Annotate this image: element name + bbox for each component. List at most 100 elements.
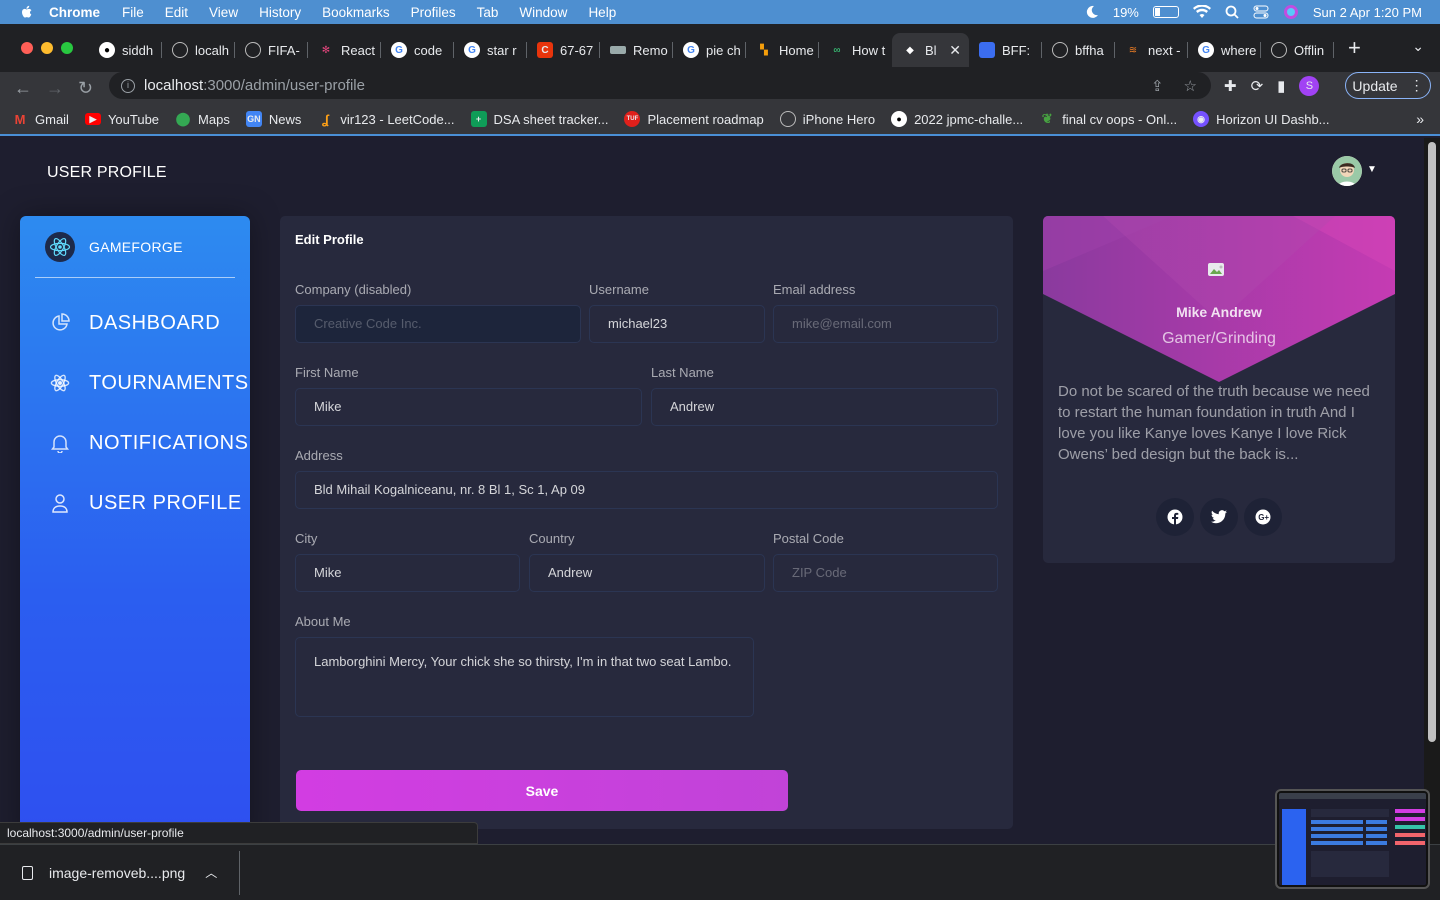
menu-bookmarks[interactable]: Bookmarks bbox=[322, 5, 390, 20]
wifi-icon[interactable] bbox=[1192, 5, 1211, 19]
extension-icon[interactable]: ⟳ bbox=[1251, 77, 1264, 95]
extensions-puzzle-icon[interactable]: ✚ bbox=[1224, 77, 1237, 95]
link-status-bubble: localhost:3000/admin/user-profile bbox=[0, 822, 478, 844]
more-bookmarks-icon[interactable]: » bbox=[1416, 111, 1424, 127]
menu-help[interactable]: Help bbox=[588, 5, 616, 20]
more-menu-icon[interactable]: ⋮ bbox=[1410, 77, 1424, 94]
username-field[interactable]: michael23 bbox=[589, 305, 765, 343]
tab-active[interactable]: ◆ Bl ✕ bbox=[892, 33, 969, 67]
bookmark-youtube[interactable]: ▶ YouTube bbox=[84, 112, 159, 127]
sidebar-item-notifications[interactable]: NOTIFICATIONS bbox=[20, 413, 250, 473]
address-bar[interactable]: i localhost:3000/admin/user-profile ⇪ ☆ bbox=[109, 72, 1211, 99]
download-item[interactable]: image-removeb....png ︿ bbox=[22, 864, 217, 881]
city-field[interactable]: Mike bbox=[295, 554, 520, 592]
tab-remove-bg[interactable]: Remo bbox=[600, 33, 673, 67]
tab-offline[interactable]: Offlin bbox=[1261, 33, 1334, 67]
last-name-field[interactable]: Andrew bbox=[651, 388, 998, 426]
tab-siddh[interactable]: ● siddh bbox=[89, 33, 162, 67]
bookmark-label: Placement roadmap bbox=[647, 111, 764, 127]
bookmark-jpmc[interactable]: ● 2022 jpmc-challe... bbox=[891, 111, 1023, 127]
bookmark-final-cv[interactable]: ❦ final cv oops - Onl... bbox=[1039, 111, 1177, 127]
menu-tab[interactable]: Tab bbox=[477, 5, 499, 20]
bookmark-dsa-sheet[interactable]: + DSA sheet tracker... bbox=[470, 111, 608, 127]
menu-history[interactable]: History bbox=[259, 5, 301, 20]
tab-how-to[interactable]: ∞ How t bbox=[819, 33, 892, 67]
battery-icon[interactable] bbox=[1152, 6, 1179, 18]
github-icon: ● bbox=[99, 42, 115, 58]
minimize-window-button[interactable] bbox=[41, 42, 53, 54]
scrollbar-thumb[interactable] bbox=[1428, 142, 1436, 742]
close-tab-icon[interactable]: ✕ bbox=[949, 42, 961, 59]
reload-icon[interactable]: ↻ bbox=[78, 78, 96, 99]
menu-profiles[interactable]: Profiles bbox=[411, 5, 456, 20]
bookmark-news[interactable]: GN News bbox=[245, 111, 301, 127]
new-tab-button[interactable]: + bbox=[1348, 35, 1361, 61]
clock[interactable]: Sun 2 Apr 1:20 PM bbox=[1313, 5, 1422, 20]
tab-pie-chart[interactable]: Gpie ch bbox=[673, 33, 746, 67]
menu-edit[interactable]: Edit bbox=[165, 5, 188, 20]
menu-view[interactable]: View bbox=[209, 5, 238, 20]
share-icon[interactable]: ⇪ bbox=[1151, 77, 1164, 95]
zoom-window-button[interactable] bbox=[61, 42, 73, 54]
tab-star[interactable]: Gstar r bbox=[454, 33, 527, 67]
email-field[interactable]: mike@email.com bbox=[773, 305, 998, 343]
tab-label: star r bbox=[487, 42, 517, 58]
address-field[interactable]: Bld Mihail Kogalniceanu, nr. 8 Bl 1, Sc … bbox=[295, 471, 998, 509]
bookmark-horizon-ui[interactable]: ◉ Horizon UI Dashb... bbox=[1193, 111, 1330, 127]
bookmark-iphone-hero[interactable]: iPhone Hero bbox=[779, 111, 876, 127]
chevron-down-icon[interactable]: ▼ bbox=[1367, 164, 1377, 175]
tab-next[interactable]: ≋ next - bbox=[1115, 33, 1188, 67]
tab-search-chevron-icon[interactable]: ⌄ bbox=[1412, 38, 1424, 55]
menu-file[interactable]: File bbox=[122, 5, 144, 20]
tab-code[interactable]: Gcode bbox=[381, 33, 454, 67]
first-name-label: First Name bbox=[295, 365, 359, 380]
site-info-icon[interactable]: i bbox=[121, 78, 135, 93]
tab-react[interactable]: ✻ React bbox=[308, 33, 381, 67]
update-button[interactable]: Update ⋮ bbox=[1345, 72, 1431, 99]
bookmark-label: iPhone Hero bbox=[802, 111, 876, 127]
bookmark-leetcode[interactable]: ʆ vir123 - LeetCode... bbox=[317, 111, 455, 127]
tab-localhost[interactable]: localh bbox=[162, 33, 235, 67]
save-button[interactable]: Save bbox=[296, 770, 788, 811]
moon-icon[interactable] bbox=[1085, 5, 1099, 19]
page-scrollbar[interactable] bbox=[1424, 138, 1440, 844]
sidebar-item-dashboard[interactable]: DASHBOARD bbox=[20, 293, 250, 353]
tab-home[interactable]: ▚ Home bbox=[746, 33, 819, 67]
twitter-button[interactable] bbox=[1200, 498, 1238, 536]
back-icon[interactable]: ← bbox=[14, 78, 32, 99]
bookmark-maps[interactable]: ⬤ Maps bbox=[175, 111, 230, 127]
tab-fifa[interactable]: FIFA- bbox=[235, 33, 308, 67]
facebook-button[interactable] bbox=[1156, 498, 1194, 536]
first-name-field[interactable]: Mike bbox=[295, 388, 642, 426]
profile-avatar[interactable]: S bbox=[1299, 76, 1320, 96]
bookmark-star-icon[interactable]: ☆ bbox=[1184, 77, 1197, 95]
country-field[interactable]: Andrew bbox=[529, 554, 765, 592]
avatar[interactable] bbox=[1332, 156, 1362, 186]
google-plus-button[interactable]: G+ bbox=[1244, 498, 1282, 536]
bff-icon bbox=[979, 42, 995, 58]
about-textarea[interactable]: Lamborghini Mercy, Your chick she so thi… bbox=[295, 637, 754, 717]
youtube-icon: ▶ bbox=[84, 113, 101, 125]
search-icon[interactable] bbox=[1225, 5, 1239, 19]
chevron-up-icon[interactable]: ︿ bbox=[205, 864, 217, 881]
apple-icon[interactable] bbox=[19, 4, 35, 20]
sidebar-item-tournaments[interactable]: TOURNAMENTS bbox=[20, 353, 250, 413]
tab-codechef[interactable]: C 67-67 bbox=[527, 33, 600, 67]
tab-bff[interactable]: BFF: bbox=[969, 33, 1042, 67]
menu-window[interactable]: Window bbox=[519, 5, 567, 20]
siri-icon[interactable] bbox=[1283, 4, 1299, 20]
tab-where[interactable]: Gwhere bbox=[1188, 33, 1261, 67]
screenshot-thumbnail-preview[interactable] bbox=[1277, 791, 1428, 887]
postal-code-field[interactable]: ZIP Code bbox=[773, 554, 998, 592]
bookmark-gmail[interactable]: M Gmail bbox=[12, 111, 69, 127]
sidebar-logo[interactable]: GAMEFORGE bbox=[35, 216, 235, 278]
sidebar-item-user-profile[interactable]: USER PROFILE bbox=[20, 473, 250, 533]
address-actions: ⇪ ☆ bbox=[1151, 77, 1197, 95]
tab-bffha[interactable]: bffha bbox=[1042, 33, 1115, 67]
bookmark-placement-roadmap[interactable]: TUF Placement roadmap bbox=[624, 111, 764, 127]
close-window-button[interactable] bbox=[21, 42, 33, 54]
side-panel-icon[interactable]: ▮ bbox=[1277, 77, 1285, 95]
forward-icon[interactable]: → bbox=[46, 78, 64, 99]
app-name-menu[interactable]: Chrome bbox=[49, 5, 100, 20]
control-center-icon[interactable] bbox=[1253, 5, 1269, 19]
